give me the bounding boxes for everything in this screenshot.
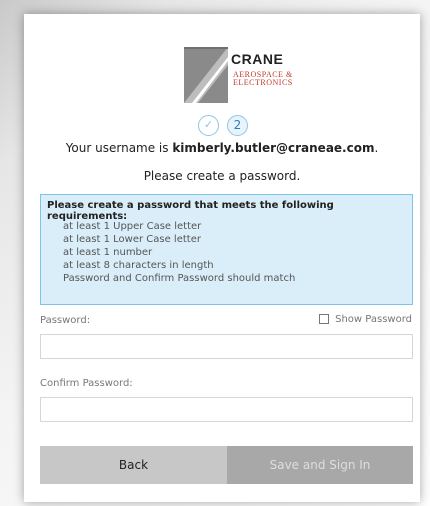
save-and-sign-in-button[interactable]: Save and Sign In <box>227 446 413 484</box>
step-1-checkmark-icon: ✓ <box>198 115 219 136</box>
show-password-label[interactable]: Show Password <box>335 314 412 325</box>
confirm-password-label: Confirm Password: <box>40 378 133 389</box>
requirement-item: at least 1 Lower Case letter <box>63 234 201 245</box>
username-prefix: Your username is <box>65 141 173 155</box>
requirement-item: at least 1 Upper Case letter <box>63 221 202 232</box>
password-requirements-box: Please create a password that meets the … <box>40 194 413 305</box>
step-indicator: ✓ 2 <box>198 115 268 141</box>
requirement-item: at least 1 number <box>63 247 153 258</box>
requirements-list: at least 1 Upper Case letter at least 1 … <box>63 220 295 285</box>
requirements-title: Please create a password that meets the … <box>47 200 334 222</box>
password-input[interactable] <box>40 334 413 359</box>
crane-logo-icon <box>184 47 228 103</box>
step-2-current: 2 <box>227 115 248 136</box>
back-button[interactable]: Back <box>40 446 227 484</box>
logo-brand-text: CRANE <box>231 51 284 67</box>
username-message: Your username is kimberly.butler@craneae… <box>24 141 420 155</box>
create-password-instruction: Please create a password. <box>143 169 301 183</box>
requirement-item: at least 8 characters in length <box>63 260 214 271</box>
requirement-item: Password and Confirm Password should mat… <box>63 273 296 284</box>
password-setup-card: CRANE AEROSPACE & ELECTRONICS ✓ 2 Your u… <box>24 14 420 502</box>
username-suffix: . <box>374 141 379 155</box>
crane-logo: CRANE AEROSPACE & ELECTRONICS <box>184 47 292 103</box>
page-background: CRANE AEROSPACE & ELECTRONICS ✓ 2 Your u… <box>0 0 430 506</box>
show-password-toggle[interactable]: Show Password <box>319 314 412 325</box>
show-password-checkbox[interactable] <box>319 314 330 324</box>
logo-subtitle: AEROSPACE & ELECTRONICS <box>233 71 293 87</box>
logo-subtitle-line2: ELECTRONICS <box>233 78 293 87</box>
password-label: Password: <box>40 315 91 326</box>
username-value: kimberly.butler@craneae.com <box>172 141 375 155</box>
confirm-password-input[interactable] <box>40 397 413 422</box>
